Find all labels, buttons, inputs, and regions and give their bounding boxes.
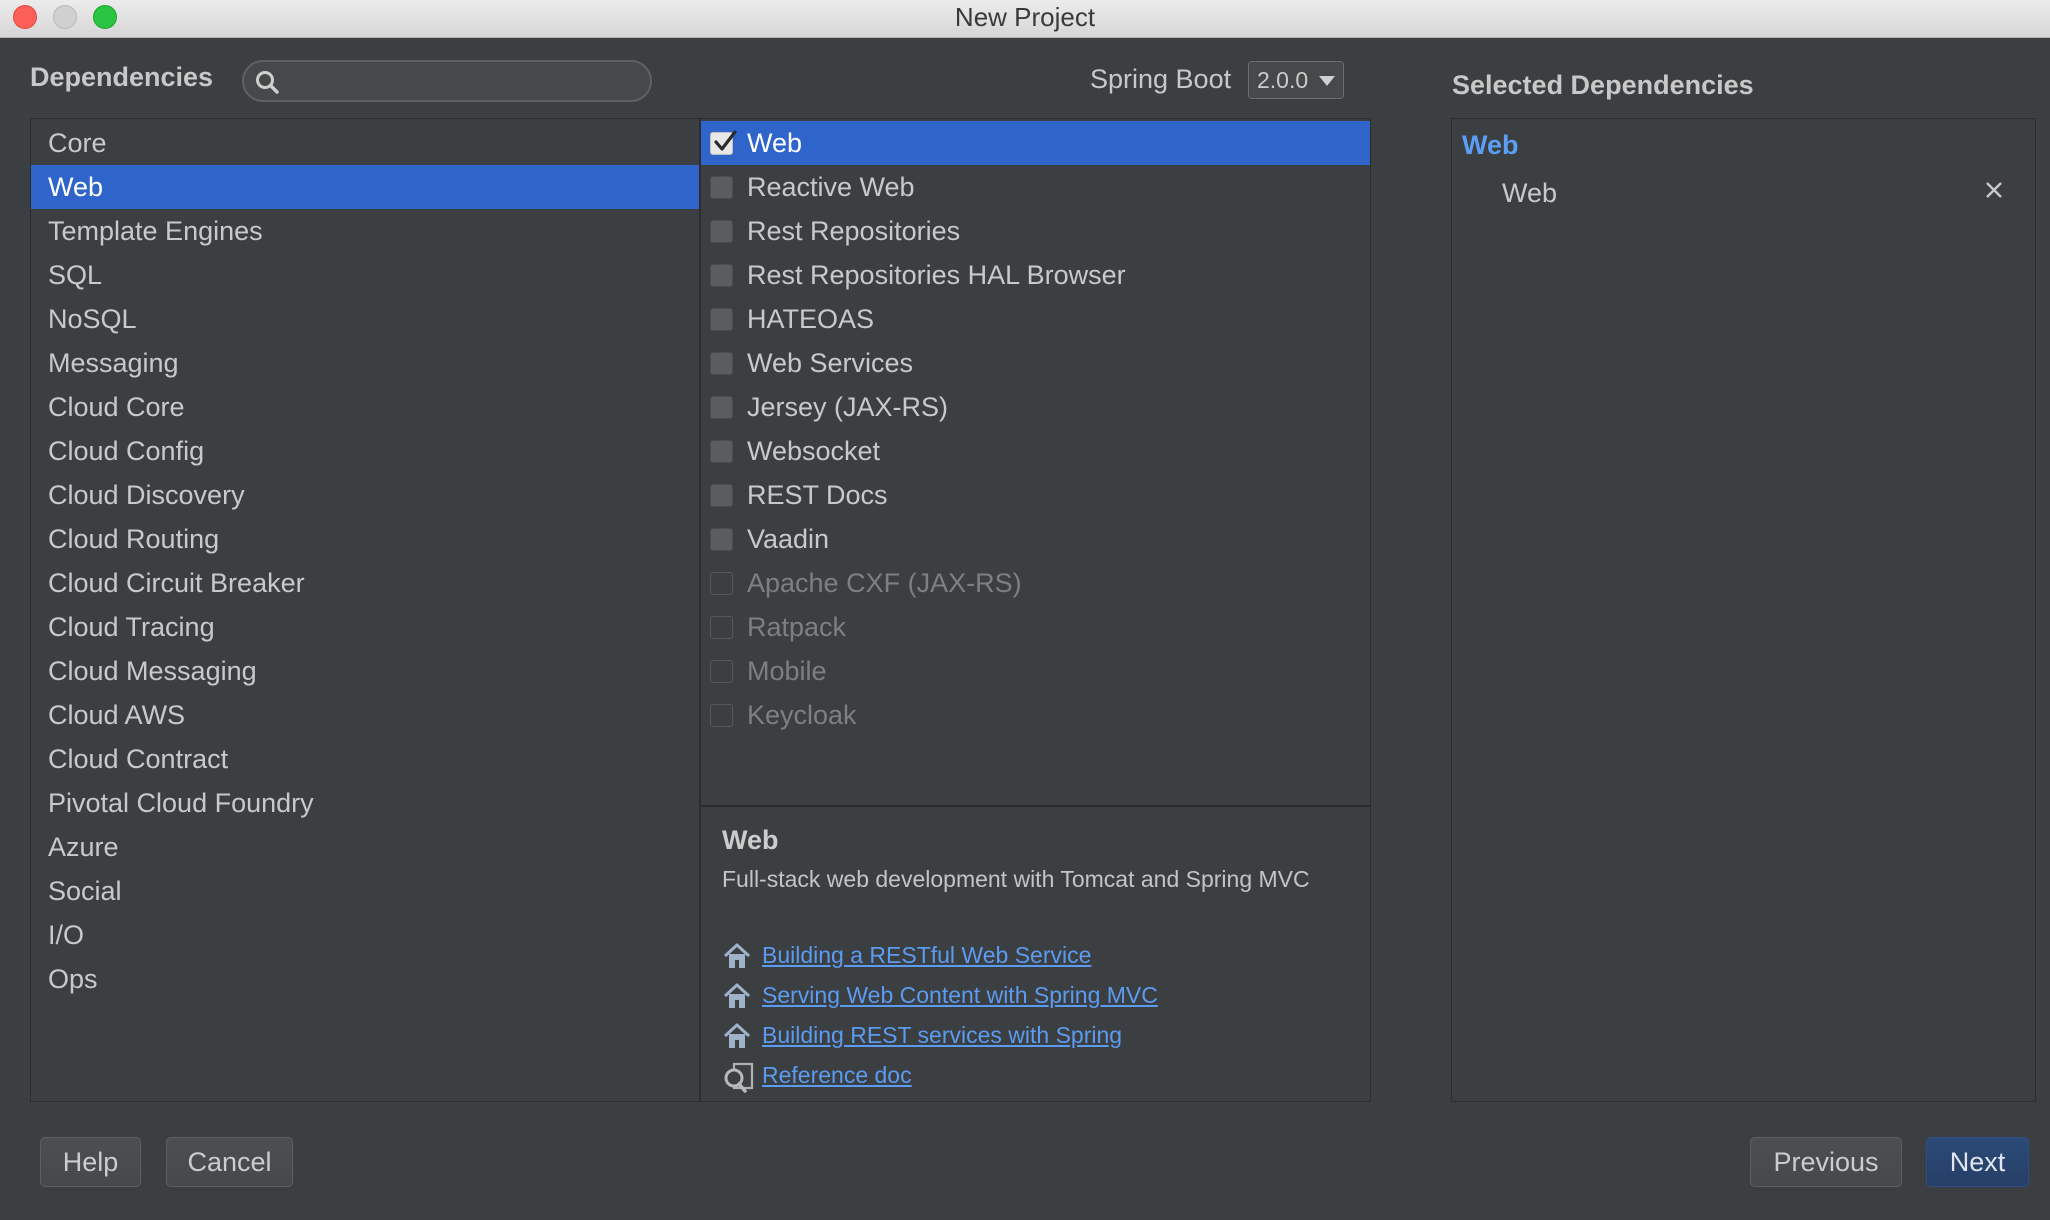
dependency-label: REST Docs — [747, 480, 888, 510]
checkbox[interactable] — [710, 484, 733, 507]
next-button[interactable]: Next — [1926, 1137, 2029, 1187]
category-item[interactable]: Pivotal Cloud Foundry — [31, 781, 699, 825]
dependency-label: Vaadin — [747, 524, 830, 554]
category-item[interactable]: NoSQL — [31, 297, 699, 341]
previous-button[interactable]: Previous — [1750, 1137, 1902, 1187]
category-item[interactable]: Web — [31, 165, 699, 209]
dependency-label: Reactive Web — [747, 172, 915, 202]
dependency-label: Keycloak — [747, 700, 857, 730]
dependency-label: HATEOAS — [747, 304, 875, 334]
guide-link-text[interactable]: Reference doc — [762, 1062, 912, 1089]
checkbox[interactable] — [710, 220, 733, 243]
checkbox[interactable] — [710, 308, 733, 331]
dependency-item[interactable]: Reactive Web — [701, 165, 1370, 209]
dependency-label: Mobile — [747, 656, 827, 686]
dependency-label: Jersey (JAX-RS) — [747, 392, 949, 422]
guide-link-text[interactable]: Building a RESTful Web Service — [762, 942, 1091, 969]
selected-group-name: Web — [1462, 130, 1519, 160]
category-item[interactable]: Messaging — [31, 341, 699, 385]
home-icon — [723, 943, 751, 968]
dependency-label: Apache CXF (JAX-RS) — [747, 568, 1022, 598]
category-item[interactable]: Ops — [31, 957, 699, 1001]
category-item[interactable]: Cloud Circuit Breaker — [31, 561, 699, 605]
spring-boot-version-value: 2.0.0 — [1257, 67, 1309, 93]
window-title: New Project — [954, 2, 1096, 32]
spring-boot-version-select[interactable]: 2.0.0 — [1248, 61, 1344, 99]
search-input[interactable] — [290, 68, 644, 96]
dependency-item[interactable]: Vaadin — [701, 517, 1370, 561]
spring-boot-label: Spring Boot — [1090, 64, 1232, 94]
home-icon — [723, 1023, 751, 1048]
category-item[interactable]: I/O — [31, 913, 699, 957]
dependency-item: Mobile — [701, 649, 1370, 693]
category-item[interactable]: Cloud Tracing — [31, 605, 699, 649]
guide-link-text[interactable]: Serving Web Content with Spring MVC — [762, 982, 1158, 1009]
dependency-item: Keycloak — [701, 693, 1370, 737]
checkbox[interactable] — [710, 528, 733, 551]
checkbox[interactable] — [710, 264, 733, 287]
checkbox[interactable] — [710, 396, 733, 419]
description-title: Web — [722, 825, 779, 855]
description-divider — [700, 805, 1371, 807]
selected-dependency-item: Web — [1502, 178, 1558, 208]
dependency-label: Rest Repositories HAL Browser — [747, 260, 1126, 290]
dependency-item[interactable]: Websocket — [701, 429, 1370, 473]
checkbox — [710, 572, 733, 595]
dependencies-heading: Dependencies — [30, 62, 214, 92]
category-item[interactable]: Template Engines — [31, 209, 699, 253]
search-icon — [256, 71, 279, 94]
category-item[interactable]: Azure — [31, 825, 699, 869]
checkbox[interactable] — [710, 440, 733, 463]
category-item[interactable]: Cloud Messaging — [31, 649, 699, 693]
category-item[interactable]: Cloud Config — [31, 429, 699, 473]
title-bar: New Project — [0, 0, 2050, 38]
description-text: Full-stack web development with Tomcat a… — [722, 866, 1310, 892]
doc-search-icon — [724, 1062, 754, 1093]
selected-dependencies-heading: Selected Dependencies — [1452, 70, 1754, 100]
guide-link-text[interactable]: Building REST services with Spring — [762, 1022, 1122, 1049]
checkmark-icon — [714, 130, 737, 151]
dependency-item[interactable]: Web Services — [701, 341, 1370, 385]
dependency-label: Web Services — [747, 348, 914, 378]
category-item[interactable]: Social — [31, 869, 699, 913]
dependency-item[interactable]: HATEOAS — [701, 297, 1370, 341]
help-button[interactable]: Help — [40, 1137, 141, 1187]
category-item[interactable]: Cloud AWS — [31, 693, 699, 737]
dependency-item[interactable]: Rest Repositories HAL Browser — [701, 253, 1370, 297]
dependency-item: Apache CXF (JAX-RS) — [701, 561, 1370, 605]
category-item[interactable]: Cloud Core — [31, 385, 699, 429]
checkbox — [710, 616, 733, 639]
category-item[interactable]: Cloud Routing — [31, 517, 699, 561]
category-list[interactable]: Core Web Template Engines SQL NoSQL Messaging… — [30, 118, 700, 1102]
dependency-item[interactable]: Web — [701, 121, 1370, 165]
category-item[interactable]: Cloud Contract — [31, 737, 699, 781]
checkbox[interactable] — [710, 176, 733, 199]
selected-dependencies-panel — [1451, 118, 2036, 1102]
checkbox — [710, 660, 733, 683]
chevron-down-icon — [1319, 76, 1335, 86]
category-item[interactable]: Cloud Discovery — [31, 473, 699, 517]
checkbox — [710, 704, 733, 727]
dependency-item[interactable]: REST Docs — [701, 473, 1370, 517]
cancel-button[interactable]: Cancel — [166, 1137, 293, 1187]
home-icon — [723, 983, 751, 1008]
category-item[interactable]: Core — [31, 121, 699, 165]
remove-dependency-icon[interactable] — [1984, 180, 2004, 205]
dependency-item[interactable]: Rest Repositories — [701, 209, 1370, 253]
checkbox-checked[interactable] — [710, 130, 737, 155]
dependency-label: Ratpack — [747, 612, 847, 642]
dependency-item[interactable]: Jersey (JAX-RS) — [701, 385, 1370, 429]
checkbox[interactable] — [710, 352, 733, 375]
dependency-label: Rest Repositories — [747, 216, 961, 246]
dependency-label: Websocket — [747, 436, 881, 466]
dependency-label: Web — [747, 128, 803, 158]
search-field[interactable] — [242, 60, 652, 102]
category-item[interactable]: SQL — [31, 253, 699, 297]
dependency-item: Ratpack — [701, 605, 1370, 649]
